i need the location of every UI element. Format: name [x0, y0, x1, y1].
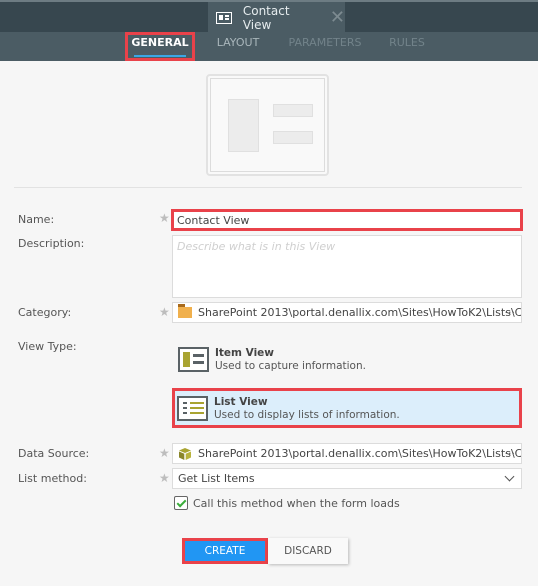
category-value: SharePoint 2013\portal.denallix.com\Site… — [198, 306, 522, 319]
required-star-icon: ★ — [159, 471, 170, 485]
tab-rules-label: RULES — [389, 36, 425, 49]
required-star-icon: ★ — [159, 211, 170, 225]
list-method-select[interactable]: Get List Items — [172, 468, 522, 489]
name-input[interactable]: Contact View — [171, 209, 523, 231]
view-type-option-item-view[interactable]: Item View Used to capture information. — [173, 340, 521, 378]
list-method-label: List method: — [18, 472, 87, 485]
description-label: Description: — [18, 237, 85, 250]
data-source-label: Data Source: — [18, 447, 90, 460]
tab-layout-label: LAYOUT — [216, 36, 260, 49]
category-picker[interactable]: SharePoint 2013\portal.denallix.com\Site… — [172, 302, 522, 323]
smartobject-cube-icon — [179, 447, 191, 460]
preview-line-block — [273, 131, 313, 144]
document-tab-title: Contact View — [242, 4, 290, 32]
name-label: Name: — [18, 213, 55, 226]
category-label: Category: — [18, 306, 72, 319]
title-bar: Contact View ✕ — [0, 0, 538, 34]
description-placeholder: Describe what is in this View — [177, 240, 336, 253]
tab-general-label: GENERAL — [131, 36, 189, 49]
discard-button[interactable]: DISCARD — [268, 538, 348, 564]
tab-parameters-label: PARAMETERS — [288, 36, 362, 49]
item-view-title: Item View — [215, 346, 275, 359]
list-method-value: Get List Items — [178, 472, 255, 485]
description-input[interactable]: Describe what is in this View — [172, 235, 522, 298]
data-source-picker[interactable]: SharePoint 2013\portal.denallix.com\Site… — [172, 443, 522, 464]
category-browse-button[interactable]: ··· — [505, 306, 516, 319]
document-tab[interactable]: Contact View ✕ — [208, 2, 345, 34]
list-view-title: List View — [214, 395, 268, 408]
create-button[interactable]: CREATE — [182, 538, 268, 564]
call-on-load-label[interactable]: Call this method when the form loads — [193, 497, 400, 510]
close-icon[interactable]: ✕ — [330, 9, 345, 27]
item-view-icon — [178, 346, 209, 372]
folder-icon — [178, 304, 192, 318]
tab-layout[interactable]: LAYOUT — [207, 32, 269, 61]
preview-line-block — [273, 104, 313, 117]
list-view-icon — [177, 395, 208, 421]
call-on-load-checkbox[interactable] — [174, 496, 188, 510]
view-type-option-list-view[interactable]: List View Used to display lists of infor… — [172, 388, 522, 428]
view-type-label: View Type: — [18, 340, 77, 353]
section-tabs: GENERAL LAYOUT PARAMETERS RULES — [0, 32, 538, 61]
view-icon — [216, 12, 232, 24]
required-star-icon: ★ — [159, 446, 170, 460]
tab-general[interactable]: GENERAL — [125, 32, 195, 61]
preview-image-block — [228, 99, 259, 152]
chevron-down-icon — [504, 471, 515, 482]
divider — [14, 187, 522, 188]
list-view-description: Used to display lists of information. — [214, 408, 400, 421]
data-source-value: SharePoint 2013\portal.denallix.com\Site… — [198, 447, 522, 460]
name-input-value: Contact View — [177, 213, 250, 227]
item-view-description: Used to capture information. — [215, 359, 366, 372]
view-type-preview-thumbnail — [206, 74, 329, 176]
active-tab-underline — [134, 55, 186, 57]
required-star-icon: ★ — [159, 305, 170, 319]
tab-rules[interactable]: RULES — [380, 32, 434, 61]
tab-parameters[interactable]: PARAMETERS — [282, 32, 368, 61]
data-source-browse-button[interactable]: ··· — [505, 447, 516, 460]
